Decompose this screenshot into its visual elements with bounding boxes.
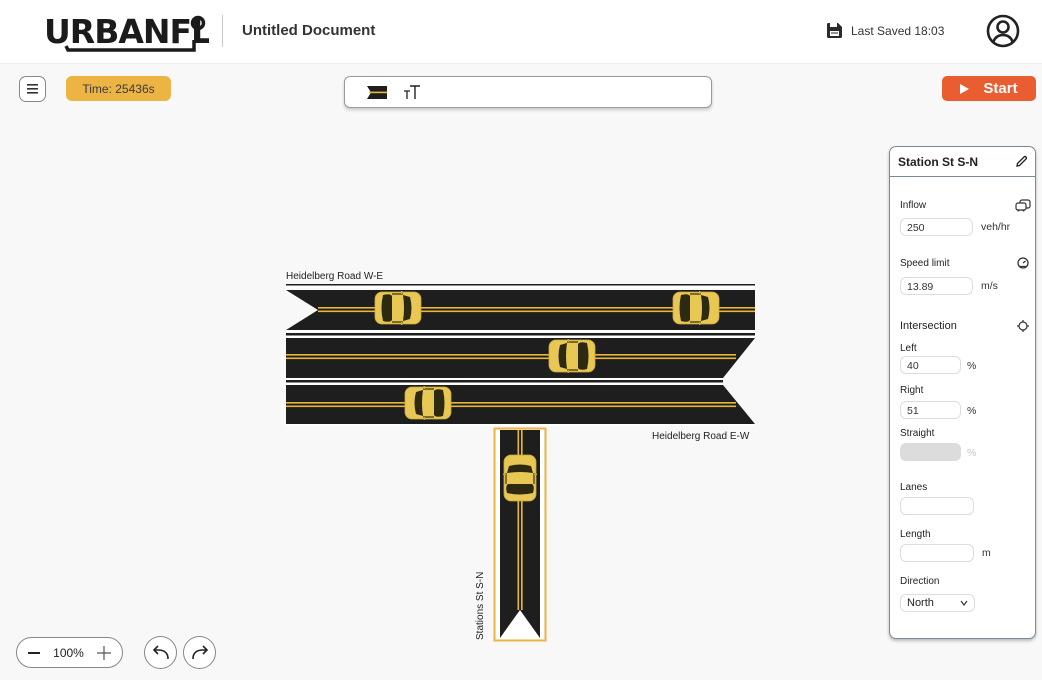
- road-heidelberg-e-w[interactable]: [286, 333, 755, 426]
- length-input[interactable]: [900, 544, 974, 562]
- lanes-label: Lanes: [900, 482, 928, 493]
- inflow-unit: veh/hr: [981, 221, 1011, 233]
- speed-limit-unit: m/s: [981, 280, 998, 292]
- zoom-control: 100%: [16, 637, 123, 668]
- direction-label: Direction: [900, 576, 940, 587]
- inflow-input[interactable]: 250: [900, 218, 973, 236]
- lanes-input[interactable]: [900, 497, 974, 515]
- speedometer-icon: [1017, 257, 1029, 269]
- right-turn-unit: %: [967, 405, 977, 417]
- panel-title: Station St S-N: [898, 154, 978, 169]
- pencil-icon[interactable]: [1015, 155, 1028, 168]
- inflow-label: Inflow: [900, 200, 927, 211]
- undo-button[interactable]: [144, 636, 177, 669]
- length-label: Length: [900, 529, 931, 540]
- left-turn-input[interactable]: 40: [900, 356, 961, 374]
- straight-label: Straight: [900, 428, 935, 439]
- traffic-icon: [1015, 199, 1031, 212]
- length-unit: m: [982, 547, 991, 559]
- panel-header: Station St S-N: [890, 147, 1035, 177]
- direction-select[interactable]: North: [900, 594, 975, 612]
- right-turn-input[interactable]: 51: [900, 401, 961, 419]
- car-vehicle: [502, 454, 538, 502]
- crosshair-icon: [1017, 320, 1029, 332]
- direction-value: North: [907, 597, 934, 609]
- undo-icon: [152, 644, 169, 659]
- left-turn-unit: %: [967, 360, 977, 372]
- road-label-stations-st: Stations St S-N: [475, 571, 486, 640]
- car-vehicle: [672, 290, 720, 326]
- road-properties-panel: Station St S-N Inflow 250 veh/hr Speed l…: [889, 146, 1036, 639]
- road-network-canvas[interactable]: [0, 0, 1042, 680]
- car-vehicle: [404, 385, 452, 421]
- speed-limit-label: Speed limit: [900, 258, 950, 269]
- left-turn-label: Left: [900, 343, 917, 354]
- road-label-heidelberg-w-e: Heidelberg Road W-E: [286, 271, 384, 282]
- redo-button[interactable]: [183, 636, 216, 669]
- speed-limit-input[interactable]: 13.89: [900, 277, 973, 295]
- straight-unit: %: [967, 447, 977, 459]
- zoom-level: 100%: [53, 645, 84, 660]
- chevron-down-icon: [960, 600, 968, 606]
- intersection-label: Intersection: [900, 320, 957, 332]
- car-vehicle: [548, 338, 596, 374]
- right-turn-label: Right: [900, 385, 924, 396]
- car-vehicle: [374, 290, 422, 326]
- redo-icon: [191, 644, 208, 659]
- road-label-heidelberg-e-w: Heidelberg Road E-W: [652, 431, 750, 442]
- zoom-out-icon[interactable]: [27, 646, 41, 660]
- zoom-in-icon[interactable]: [96, 645, 112, 661]
- straight-input: [900, 443, 961, 461]
